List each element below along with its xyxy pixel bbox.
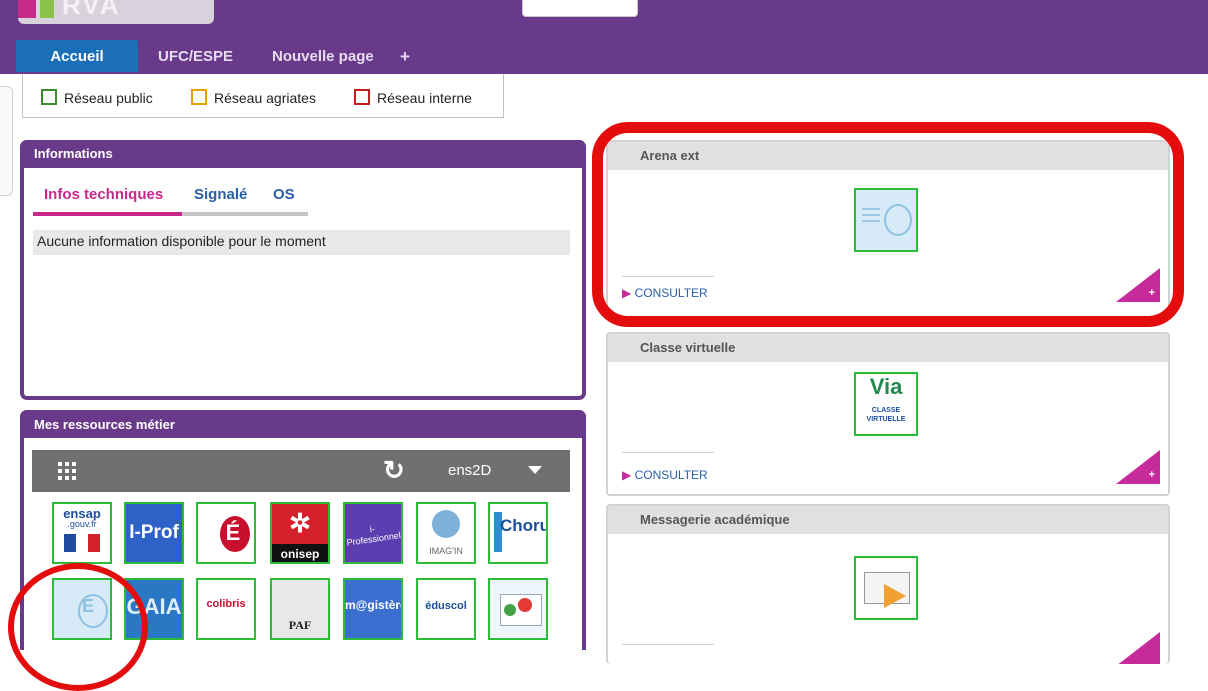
add-tab-button[interactable]: + — [400, 40, 410, 72]
chevron-down-icon[interactable] — [528, 466, 542, 474]
legend-square-icon — [41, 89, 57, 105]
logo-leaf-icon — [40, 0, 54, 18]
tile-ministere-education[interactable]: É — [196, 502, 256, 564]
tab-infos-techniques[interactable]: Infos techniques — [44, 186, 163, 203]
via-icon[interactable]: Via CLASSE VIRTUELLE — [854, 372, 918, 436]
top-search-field[interactable] — [522, 0, 638, 17]
tile-sublabel: .gouv.fr — [67, 519, 97, 529]
widget-title: Classe virtuelle — [640, 340, 736, 355]
highlight-annotation-rectangle — [592, 122, 1184, 327]
tab-accueil[interactable]: Accueil — [16, 40, 138, 72]
tile-label: i-Professionnel — [345, 523, 402, 548]
tile-eduscol[interactable]: éduscol — [416, 578, 476, 640]
tile-ensap[interactable]: ensap .gouv.fr — [52, 502, 112, 564]
logo-mark-icon — [18, 0, 36, 18]
tab-signale[interactable]: Signalé — [194, 186, 247, 203]
tab-nouvelle-page[interactable]: Nouvelle page — [272, 40, 374, 72]
widget-title: Messagerie académique — [640, 512, 790, 527]
tile-label: m@gistère — [345, 598, 403, 612]
plus-icon[interactable]: + — [1149, 469, 1155, 481]
tile-imagin[interactable]: IMAG'IN — [416, 502, 476, 564]
tab-ufc-espe[interactable]: UFC/ESPE — [158, 40, 233, 72]
tile-colibris[interactable]: colibris — [196, 578, 256, 640]
tile-label: onisep — [280, 547, 320, 561]
via-logo-subtext: CLASSE VIRTUELLE — [866, 407, 906, 423]
informations-panel — [20, 140, 586, 400]
profile-selector[interactable]: ens2D — [448, 462, 491, 479]
widget-separator — [622, 644, 714, 645]
widget-messagerie-academique: Messagerie académique — [606, 504, 1170, 664]
via-logo-text: Via — [869, 374, 903, 399]
consulter-link[interactable]: ▶ CONSULTER — [622, 468, 708, 482]
legend-item-interne: Réseau interne — [354, 89, 472, 106]
side-panel-handle[interactable] — [0, 86, 13, 196]
tile-label: IMAG'IN — [429, 546, 463, 556]
legend-label: Réseau public — [64, 90, 153, 106]
widget-separator — [622, 452, 714, 453]
consulter-label: CONSULTER — [634, 468, 708, 482]
logo-text: RVA — [62, 0, 121, 20]
tile-chorus[interactable]: Chorus — [488, 502, 548, 564]
network-legend: Réseau public Réseau agriates Réseau int… — [22, 74, 504, 118]
tile-label: éduscol — [425, 600, 467, 612]
refresh-icon[interactable]: ↻ — [383, 455, 405, 486]
info-message: Aucune information disponible pour le mo… — [33, 230, 570, 255]
tile-app[interactable] — [488, 578, 548, 640]
tile-label: É — [225, 520, 241, 545]
app-logo[interactable]: RVA — [18, 0, 214, 24]
widget-classe-virtuelle: Classe virtuelle Via CLASSE VIRTUELLE ▶ … — [606, 332, 1170, 496]
mail-icon[interactable] — [854, 556, 918, 620]
active-tab-indicator — [33, 212, 182, 216]
legend-square-icon — [191, 89, 207, 105]
tile-label: colibris — [206, 598, 246, 610]
legend-item-public: Réseau public — [41, 89, 153, 106]
tile-i-prof[interactable]: I-Prof — [124, 502, 184, 564]
legend-label: Réseau agriates — [214, 90, 316, 106]
tile-magistere[interactable]: m@gistère — [343, 578, 403, 640]
legend-item-agriates: Réseau agriates — [191, 89, 316, 106]
resources-title: Mes ressources métier — [34, 417, 175, 432]
grid-menu-icon[interactable] — [58, 462, 76, 480]
tile-label: Chorus — [500, 516, 546, 535]
tab-os[interactable]: OS — [273, 186, 295, 203]
play-triangle-icon: ▶ — [622, 468, 632, 482]
tile-paf[interactable]: PAF — [270, 578, 330, 640]
informations-title: Informations — [34, 146, 113, 161]
tile-label: I-Prof — [129, 522, 179, 543]
tile-onisep[interactable]: ✲ onisep — [270, 502, 330, 564]
tile-iprofessionnel[interactable]: i-Professionnel — [343, 502, 403, 564]
highlight-annotation-circle — [8, 563, 148, 691]
expand-corner-button[interactable] — [1116, 632, 1160, 664]
tile-label: PAF — [288, 618, 312, 632]
legend-label: Réseau interne — [377, 90, 472, 106]
legend-square-icon — [354, 89, 370, 105]
